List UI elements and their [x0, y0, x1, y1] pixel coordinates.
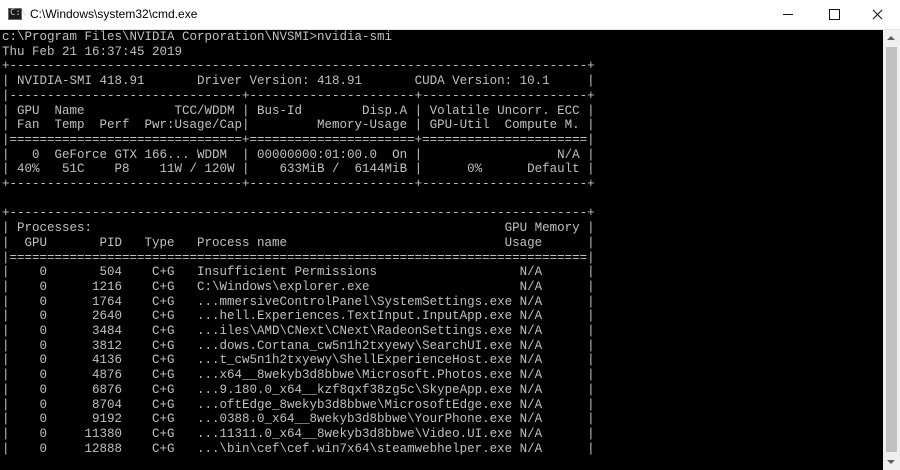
console-line: | 0 1764 C+G ...mmersiveControlPanel\Sys…	[2, 294, 595, 309]
scroll-up-arrow-icon[interactable]	[883, 30, 900, 47]
console-line: | 0 4136 C+G ...t_cw5n1h2txyewy\ShellExp…	[2, 353, 595, 368]
console-line: |=======================================…	[2, 250, 595, 265]
scrollbar-thumb[interactable]	[886, 47, 897, 452]
console-line: | Fan Temp Perf Pwr:Usage/Cap| Memory-Us…	[2, 118, 595, 133]
console-line: c:\Program Files\NVIDIA Corporation\NVSM…	[2, 30, 393, 44]
cmd-icon-glyph: C:\	[10, 8, 27, 18]
maximize-icon[interactable]	[811, 0, 857, 29]
console-line: | 0 3484 C+G ...iles\AMD\CNext\CNext\Rad…	[2, 324, 595, 339]
console-line: | 0 504 C+G Insufficient Permissions N/A…	[2, 265, 595, 280]
console-line: | GPU PID Type Process name Usage |	[2, 235, 595, 250]
console-line: | Processes: GPU Memory |	[2, 221, 595, 236]
console-line: +---------------------------------------…	[2, 59, 595, 74]
window-title: C:\Windows\system32\cmd.exe	[30, 7, 198, 21]
scroll-down-arrow-icon[interactable]	[883, 453, 900, 470]
cmd-app-icon[interactable]: C:\	[8, 8, 26, 20]
minimize-icon[interactable]	[765, 0, 811, 29]
console-line: | 0 9192 C+G ...0388.0_x64__8wekyb3d8bbw…	[2, 412, 595, 427]
console-line: | 0 8704 C+G ...oftEdge_8wekyb3d8bbwe\Mi…	[2, 397, 595, 412]
console-line: | 0 11380 C+G ...11311.0_x64__8wekyb3d8b…	[2, 426, 595, 441]
console-output[interactable]: c:\Program Files\NVIDIA Corporation\NVSM…	[0, 30, 883, 470]
console-line: |===============================+=======…	[2, 132, 595, 147]
console-text: c:\Program Files\NVIDIA Corporation\NVSM…	[0, 30, 883, 456]
title-bar[interactable]: C:\ C:\Windows\system32\cmd.exe	[0, 0, 900, 30]
cmd-window: C:\ C:\Windows\system32\cmd.exe c:\Progr…	[0, 0, 900, 470]
console-line: | 0 6876 C+G ...9.180.0_x64__kzf8qxf38zg…	[2, 382, 595, 397]
console-line: | NVIDIA-SMI 418.91 Driver Version: 418.…	[2, 74, 595, 89]
console-line: |-------------------------------+-------…	[2, 88, 595, 103]
console-line: | GPU Name TCC/WDDM | Bus-Id Disp.A | Vo…	[2, 103, 595, 118]
console-line: | 0 4876 C+G ...x64__8wekyb3d8bbwe\Micro…	[2, 368, 595, 383]
console-line: | 0 3812 C+G ...dows.Cortana_cw5n1h2txye…	[2, 338, 595, 353]
vertical-scrollbar[interactable]	[883, 30, 900, 470]
console-line: Thu Feb 21 16:37:45 2019	[2, 44, 183, 59]
console-line: | 0 1216 C+G C:\Windows\explorer.exe N/A…	[2, 279, 595, 294]
console-line: | 0 GeForce GTX 166... WDDM | 00000000:0…	[2, 147, 595, 162]
console-line: | 40% 51C P8 11W / 120W | 633MiB / 6144M…	[2, 162, 595, 177]
console-line: | 0 2640 C+G ...hell.Experiences.TextInp…	[2, 309, 595, 324]
console-line: +-------------------------------+-------…	[2, 177, 595, 192]
console-line: | 0 12888 C+G ...\bin\cef\cef.win7x64\st…	[2, 441, 595, 456]
console-line: +---------------------------------------…	[2, 206, 595, 221]
close-icon[interactable]	[854, 0, 900, 29]
